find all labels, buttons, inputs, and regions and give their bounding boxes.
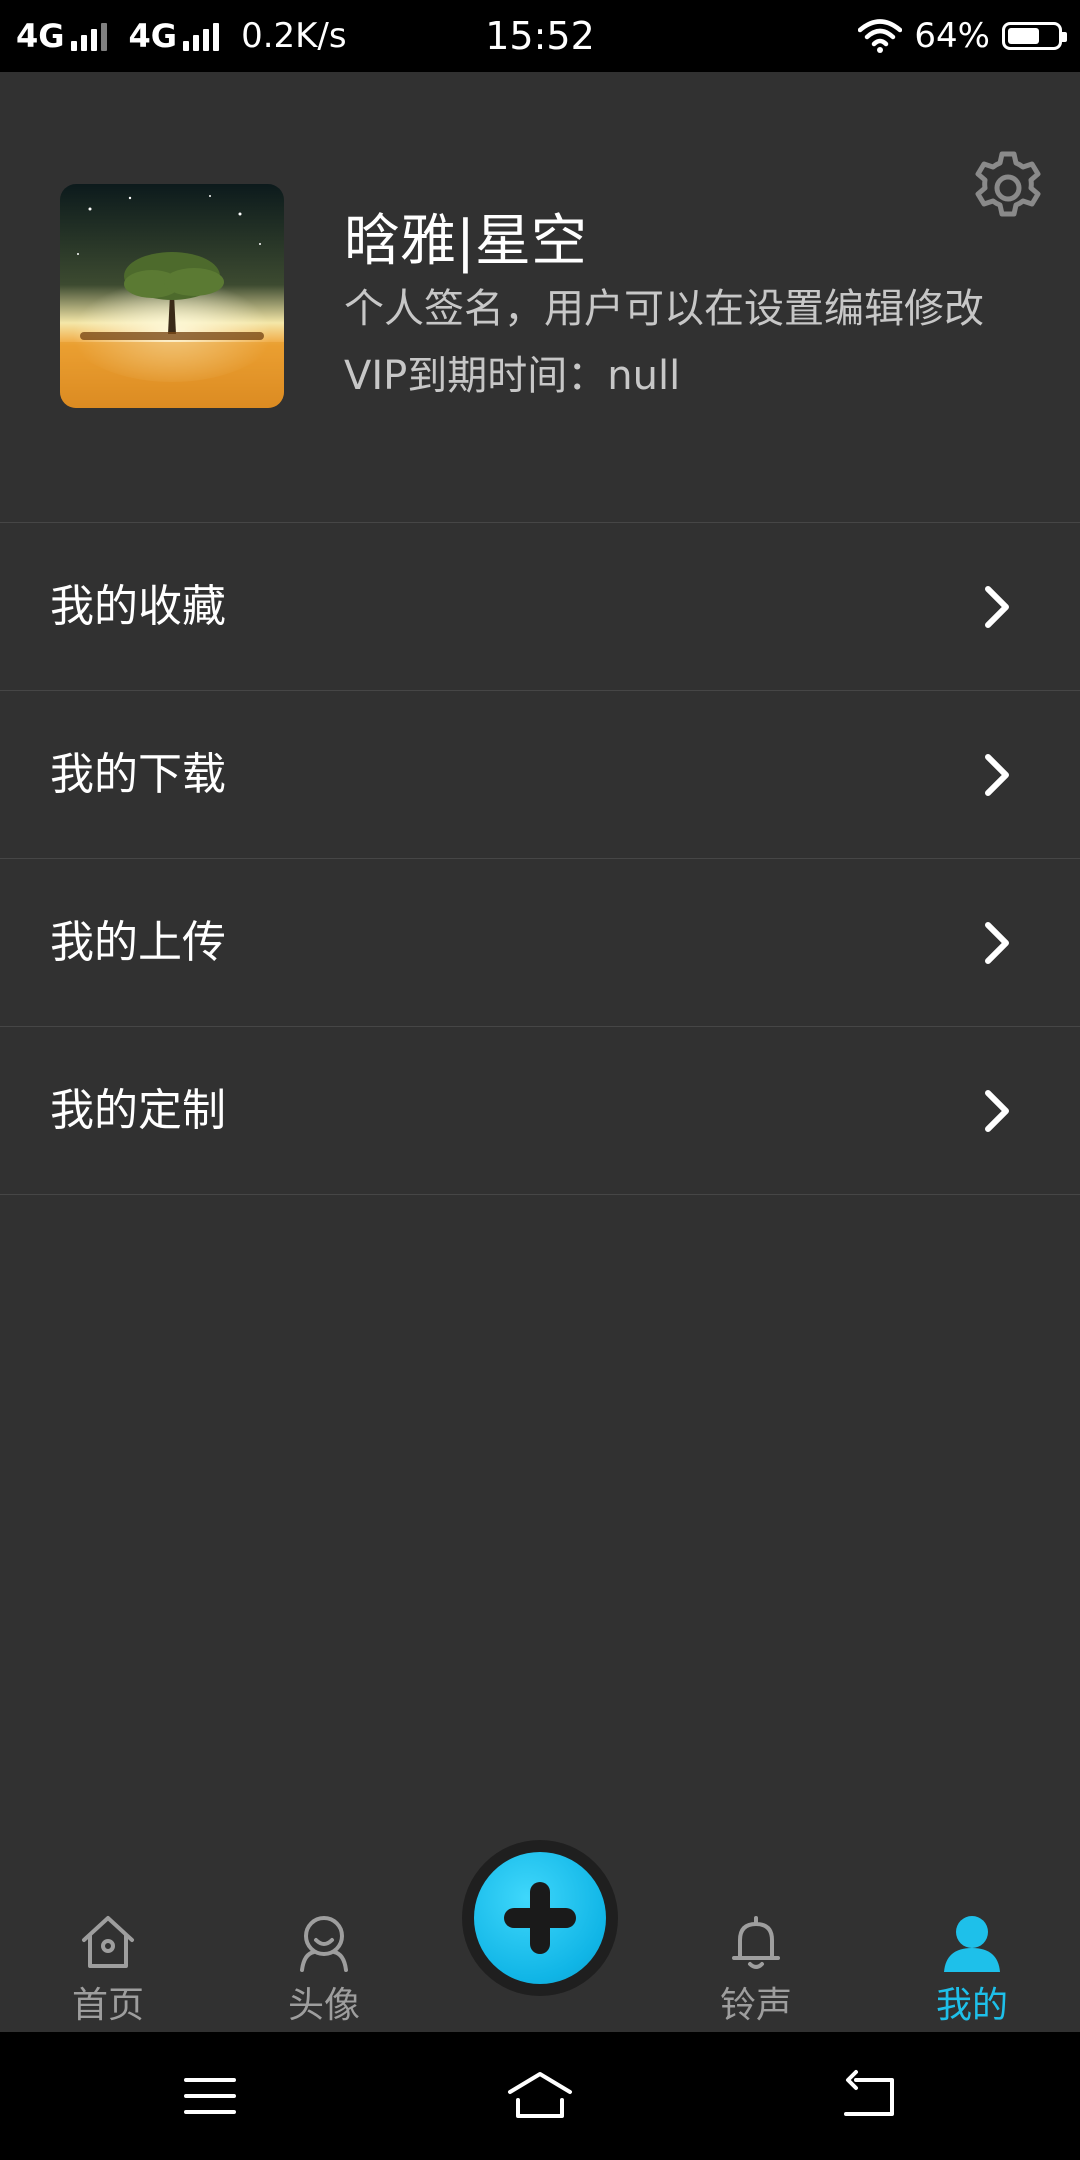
home-outline-icon[interactable] [492,2064,588,2128]
tab-home[interactable]: 首页 [0,1880,216,2032]
tab-label: 头像 [287,1985,360,2026]
bell-icon [732,1916,780,1969]
chevron-right-icon [985,1090,1009,1132]
home-icon [82,1916,134,1968]
status-bar: 4G 4G 0.2K/s 15:52 64% [0,0,1080,72]
tab-label: 铃声 [719,1985,792,2026]
menu-list: 我的收藏 我的下载 我的上传 我的定制 [0,522,1080,1195]
chevron-right-icon [985,754,1009,796]
back-icon[interactable] [822,2064,918,2128]
menu-item-uploads[interactable]: 我的上传 [0,859,1080,1027]
menu-item-favorites[interactable]: 我的收藏 [0,523,1080,691]
menu-item-label: 我的定制 [50,1085,226,1136]
menu-item-label: 我的上传 [50,917,226,968]
tab-label: 首页 [71,1985,144,2026]
status-right: 64% [858,0,1067,72]
battery-icon [1002,22,1067,50]
add-button-circle [474,1852,606,1984]
avatar[interactable] [60,184,284,408]
menu-item-custom[interactable]: 我的定制 [0,1027,1080,1195]
plus-icon [504,1882,576,1954]
menu-item-downloads[interactable]: 我的下载 [0,691,1080,859]
tab-label: 我的 [935,1985,1008,2026]
wifi-icon [858,19,903,53]
battery-percent: 64% [914,16,990,56]
chevron-right-icon [985,922,1009,964]
system-nav-bar [0,2032,1080,2160]
menu-item-label: 我的收藏 [50,581,226,632]
chevron-right-icon [985,586,1009,628]
menu-icon[interactable] [162,2064,258,2128]
tab-avatars[interactable]: 头像 [216,1880,432,2032]
avatar-icon [300,1916,348,1972]
tab-mine[interactable]: 我的 [864,1880,1080,2032]
signature: 个人签名，用户可以在设置编辑修改 [344,286,984,332]
tab-ringtones[interactable]: 铃声 [648,1880,864,2032]
user-icon [944,1916,1000,1972]
gear-icon[interactable] [968,148,1048,228]
add-button[interactable] [462,1840,618,1996]
username: 晗雅|星空 [344,209,587,274]
avatar-image [60,184,284,408]
vip-expiry: VIP到期时间：null [344,353,681,399]
menu-item-label: 我的下载 [50,749,226,800]
